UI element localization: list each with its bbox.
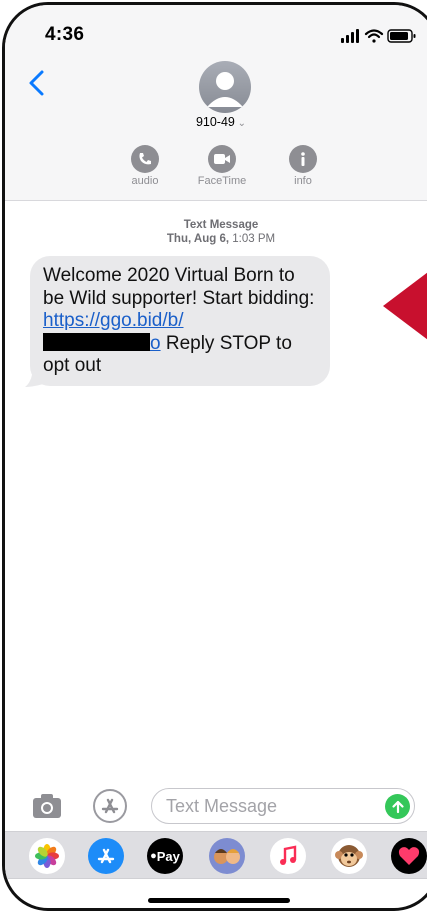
chevron-down-icon: ⌄ (234, 118, 247, 129)
message-link[interactable]: https://ggo.bid/b/ (43, 310, 184, 331)
message-text: Welcome 2020 Virtual Born to be Wild sup… (43, 265, 315, 309)
info-button[interactable]: info (271, 145, 335, 187)
app-store-icon (101, 798, 119, 814)
music-icon[interactable] (270, 838, 306, 874)
message-timestamp: Text Message Thu, Aug 6, 1:03 PM (5, 218, 427, 246)
phone-icon (131, 145, 159, 173)
memoji-icon[interactable] (209, 838, 245, 874)
facetime-label: FaceTime (197, 175, 247, 187)
battery-icon (387, 29, 416, 43)
apple-pay-icon[interactable]: ● Pay (147, 838, 183, 874)
audio-label: audio (131, 175, 159, 187)
contact-name-row[interactable]: 910-49 ⌄ (5, 115, 427, 129)
info-label: info (294, 175, 312, 187)
app-store-button[interactable] (93, 789, 127, 823)
home-indicator (148, 898, 290, 903)
apple-logo-icon: ● (150, 850, 157, 862)
redaction-bar (43, 332, 150, 351)
conversation-header: 4:36 910-49 ⌄ audio FaceTime info (5, 5, 427, 201)
status-icons (341, 29, 416, 43)
status-time: 4:36 (45, 24, 85, 45)
timestamp-time: 1:03 PM (232, 233, 276, 245)
send-button[interactable] (385, 794, 410, 819)
timestamp-day: Thu, Aug 6, (166, 233, 230, 245)
message-link-tail[interactable]: o (150, 333, 161, 354)
wifi-icon (364, 29, 384, 43)
back-chevron-icon[interactable] (27, 69, 47, 97)
composer-bar (5, 785, 427, 829)
info-icon (289, 145, 317, 173)
app-drawer: ● Pay (5, 831, 427, 879)
animoji-icon[interactable] (331, 838, 367, 874)
message-input[interactable] (166, 793, 376, 819)
arrow-up-icon (391, 800, 404, 813)
cellular-signal-icon (341, 29, 359, 43)
digital-touch-icon[interactable] (391, 838, 427, 874)
person-silhouette-icon (207, 72, 243, 107)
phone-frame: 4:36 910-49 ⌄ audio FaceTime info Text M… (2, 2, 427, 911)
service-label: Text Message (183, 219, 259, 231)
message-input-field[interactable] (151, 788, 415, 824)
camera-icon[interactable] (32, 793, 62, 819)
app-store-icon[interactable] (88, 838, 124, 874)
contact-name: 910-49 (195, 115, 235, 129)
red-pointer-arrow (383, 272, 427, 340)
photos-app-icon[interactable] (29, 838, 65, 874)
apple-pay-label: Pay (156, 848, 180, 864)
contact-avatar[interactable] (199, 61, 251, 113)
incoming-message-bubble[interactable]: Welcome 2020 Virtual Born to be Wild sup… (30, 256, 330, 386)
facetime-button[interactable]: FaceTime (190, 145, 254, 187)
audio-call-button[interactable]: audio (113, 145, 177, 187)
video-camera-icon (208, 145, 236, 173)
messages-screen: 4:36 910-49 ⌄ audio FaceTime info Text M… (5, 5, 427, 908)
